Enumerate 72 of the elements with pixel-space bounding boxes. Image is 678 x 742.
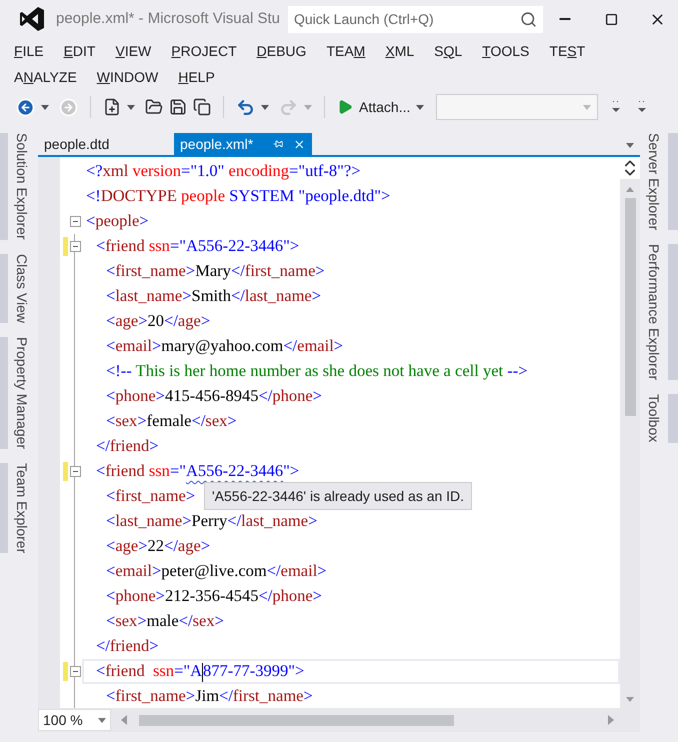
code-line: <age>22</age>: [106, 535, 210, 558]
code-line: <email>peter@live.com</email>: [106, 560, 327, 582]
code-line: <friend ssn="A556-22-3446">: [96, 460, 300, 482]
pin-icon[interactable]: [272, 138, 284, 150]
code-line: <last_name>Perry</last_name>: [106, 510, 318, 532]
menu-item[interactable]: SQL: [434, 38, 462, 64]
maximize-icon[interactable]: [604, 12, 618, 26]
dropdown-caret-icon[interactable]: [127, 104, 135, 110]
menu-item[interactable]: FILE: [14, 38, 44, 64]
code-line: <friend ssn="A556-22-3446">: [96, 235, 300, 258]
dropdown-caret-icon[interactable]: [98, 718, 106, 722]
dropdown-caret-icon[interactable]: [41, 104, 49, 110]
window-title: people.xml* - Microsoft Visual Stu: [56, 8, 280, 29]
new-file-icon[interactable]: [103, 98, 121, 116]
save-icon[interactable]: [169, 98, 187, 116]
tooltip: 'A556-22-3446' is already used as an ID.: [204, 482, 472, 510]
document-tab[interactable]: people.dtd: [38, 133, 174, 155]
code-line: <phone>212-356-4545</phone>: [106, 585, 322, 608]
collapse-toggle[interactable]: [70, 666, 80, 677]
code-line: <sex>male</sex>: [106, 610, 224, 632]
collapse-toggle[interactable]: [70, 241, 80, 252]
dropdown-caret-icon[interactable]: [416, 104, 424, 110]
dropdown-caret-icon[interactable]: [261, 104, 269, 110]
code-line: <!-- This is her home number as she does not have a cell yet -->: [106, 360, 528, 382]
search-icon[interactable]: [520, 10, 537, 28]
undo-icon[interactable]: [236, 98, 255, 116]
code-line: </friend>: [96, 635, 159, 658]
code-line: <?xml version="1.0" encoding="utf-8"?>: [86, 160, 361, 182]
code-line: <last_name>Smith</last_name>: [106, 285, 322, 308]
menu-item[interactable]: WINDOW: [96, 64, 158, 90]
save-all-icon[interactable]: [193, 98, 211, 116]
menu-item[interactable]: PROJECT: [171, 38, 237, 64]
menu-item[interactable]: XML: [385, 38, 414, 64]
scroll-thumb[interactable]: [624, 198, 636, 416]
code-line: <!DOCTYPE people SYSTEM "people.dtd">: [86, 185, 390, 208]
zoom-dropdown[interactable]: 100 %: [38, 709, 111, 731]
overflow-icon[interactable]: [638, 100, 646, 114]
collapse-toggle[interactable]: [70, 466, 80, 477]
text-cursor: [202, 662, 204, 682]
menu-item[interactable]: HELP: [178, 64, 215, 90]
menu-item[interactable]: TEAM: [326, 38, 366, 64]
code-line: <people>: [86, 210, 149, 232]
menu-item[interactable]: TEST: [549, 38, 586, 64]
scroll-thumb[interactable]: [139, 714, 454, 726]
code-line: <friend ssn="A877-77-3999">: [96, 660, 304, 684]
code-line: <sex>female</sex>: [106, 410, 237, 432]
code-line: <first_name>Jim</first_name>: [106, 685, 313, 708]
menu-item[interactable]: DEBUG: [256, 38, 306, 64]
attach-button[interactable]: Attach...: [337, 96, 410, 118]
tab-list-caret-icon[interactable]: [626, 143, 634, 148]
code-line: <email>mary@yahoo.com</email>: [106, 335, 344, 358]
code-line: <age>20</age>: [106, 310, 210, 332]
folder-icon[interactable]: [145, 98, 163, 116]
code-line: <first_name>Mary</first_name>: [106, 260, 325, 282]
document-tab[interactable]: people.xml*: [174, 133, 312, 155]
menu-item[interactable]: VIEW: [115, 38, 152, 64]
split-icon[interactable]: [620, 157, 640, 179]
menu-item[interactable]: TOOLS: [482, 38, 530, 64]
collapse-toggle[interactable]: [70, 216, 80, 227]
quick-launch-field[interactable]: Quick Launch (Ctrl+Q): [288, 6, 543, 32]
code-line: </friend>: [96, 435, 159, 458]
logo-icon: [19, 6, 45, 32]
code-line: <phone>415-456-8945</phone>: [106, 385, 322, 408]
side-panel-tab[interactable]: Toolbox: [641, 394, 678, 443]
side-panel-tab[interactable]: Performance Explorer: [641, 244, 678, 380]
overflow-icon[interactable]: [612, 100, 620, 114]
code-line: <first_name>: [106, 485, 196, 508]
side-panel-tab[interactable]: Server Explorer: [641, 133, 678, 230]
menu-item[interactable]: ANALYZE: [14, 64, 77, 90]
menu-item[interactable]: EDIT: [64, 38, 96, 64]
back-icon[interactable]: [16, 98, 35, 116]
play-icon: [337, 99, 353, 115]
